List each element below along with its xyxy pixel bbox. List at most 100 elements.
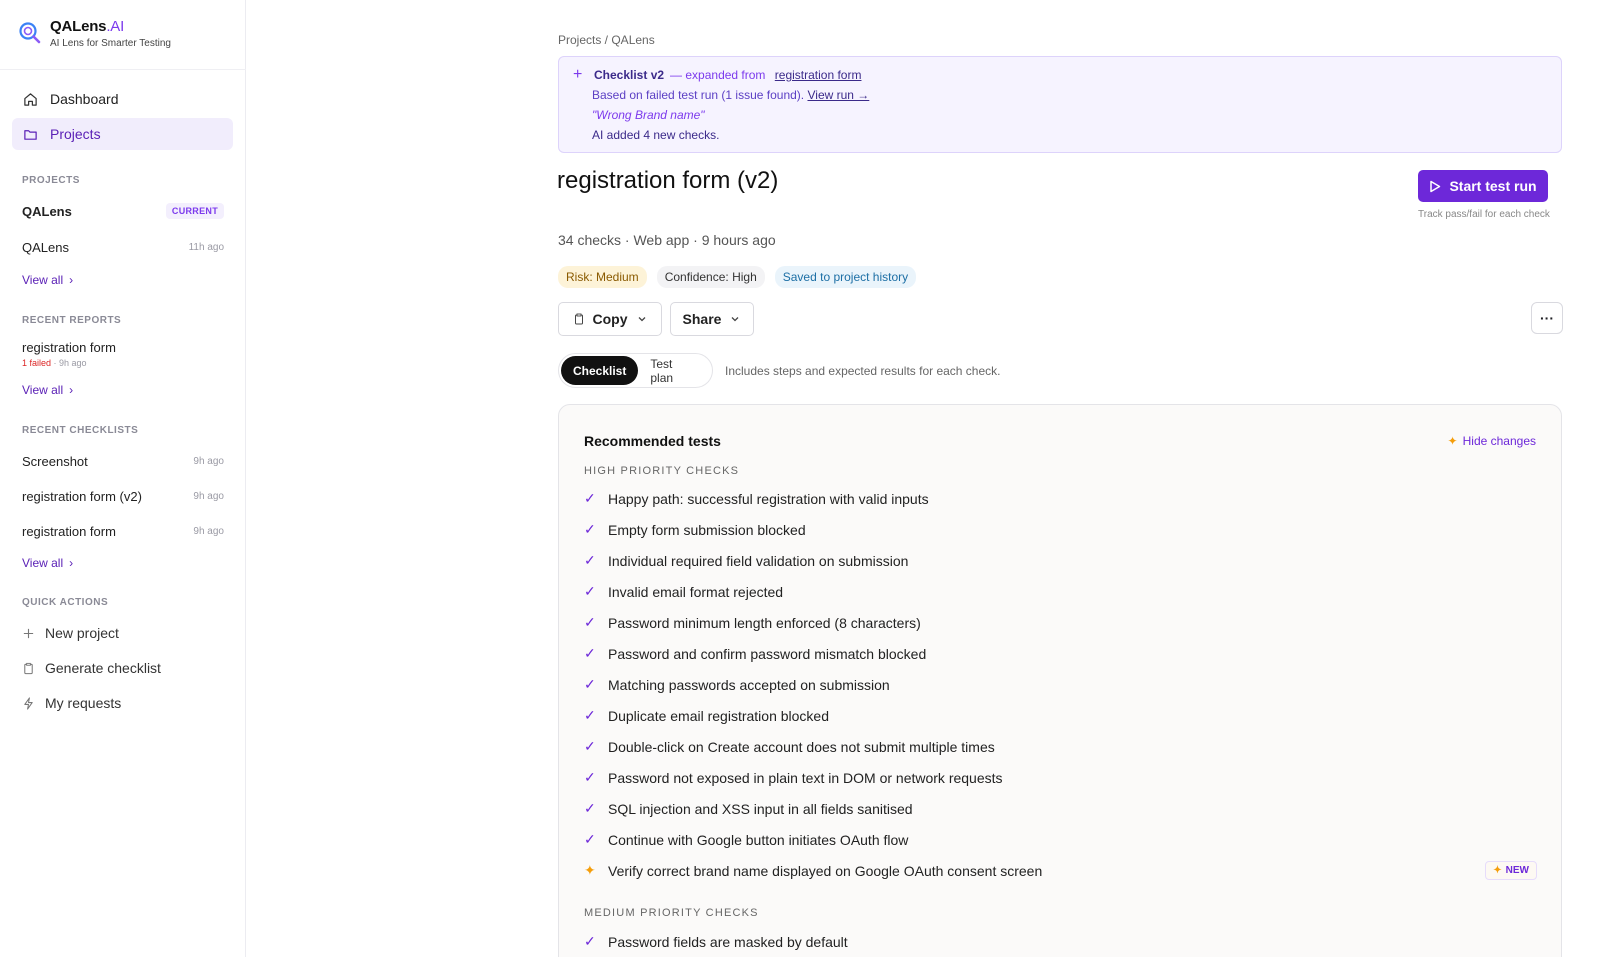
- project-time: 11h ago: [188, 242, 224, 253]
- sidebar-divider: [0, 69, 246, 70]
- check-text: Individual required field validation on …: [608, 552, 909, 569]
- check-icon: ✓: [584, 831, 596, 847]
- check-text: Continue with Google button initiates OA…: [608, 831, 909, 848]
- checklist-name: Screenshot: [22, 454, 88, 469]
- view-all-label: View all: [22, 273, 64, 287]
- home-icon: [24, 92, 37, 106]
- sidebar-project[interactable]: QALens 11h ago: [22, 240, 224, 255]
- reports-section-label: RECENT REPORTS: [22, 315, 122, 326]
- share-dropdown-button[interactable]: Share: [670, 302, 754, 336]
- checklist-time: 9h ago: [193, 526, 224, 537]
- nav-dashboard-label: Dashboard: [50, 91, 119, 107]
- nav-dashboard[interactable]: Dashboard: [12, 83, 233, 115]
- saved-badge[interactable]: Saved to project history: [774, 266, 917, 288]
- brand[interactable]: QALens.AI AI Lens for Smarter Testing: [18, 18, 171, 49]
- sidebar: QALens.AI AI Lens for Smarter Testing Da…: [0, 0, 246, 957]
- banner-version: Checklist v2: [594, 68, 665, 82]
- banner-run-line: Based on failed test run (1 issue found)…: [592, 88, 869, 102]
- chevron-right-icon: ›: [69, 273, 74, 287]
- check-icon: ✓: [584, 676, 596, 692]
- nav-projects-label: Projects: [50, 126, 101, 142]
- brand-name: QALens.AI: [50, 18, 125, 35]
- share-label: Share: [682, 311, 722, 327]
- sparkle-icon: ✦: [1493, 865, 1502, 876]
- page-title: registration form (v2): [557, 167, 779, 194]
- tab-checklist[interactable]: Checklist: [561, 356, 639, 385]
- sidebar-checklist-item[interactable]: registration form 9h ago: [22, 524, 224, 539]
- check-item: ✓ Individual required field validation on…: [584, 552, 908, 569]
- copy-dropdown-button[interactable]: Copy: [558, 302, 662, 336]
- checklist-time: 9h ago: [193, 491, 224, 502]
- folder-icon: [24, 129, 37, 140]
- start-test-run-label: Start test run: [1449, 178, 1537, 194]
- check-item: ✓ Password fields are masked by default: [584, 933, 848, 950]
- clipboard-icon: [574, 313, 583, 325]
- project-name: QALens: [22, 203, 72, 219]
- quick-actions-label: QUICK ACTIONS: [22, 597, 109, 608]
- check-icon: ✓: [584, 614, 596, 630]
- checklist-name: registration form (v2): [22, 489, 142, 504]
- view-run-link[interactable]: View run →: [807, 88, 869, 102]
- more-options-button[interactable]: ···: [1531, 302, 1563, 334]
- check-text: Double-click on Create account does not …: [608, 738, 995, 755]
- check-icon: ✓: [584, 645, 596, 661]
- checklist-meta: 34 checks · Web app · 9 hours ago: [558, 232, 776, 248]
- report-name: registration form: [22, 340, 116, 355]
- my-requests-button[interactable]: My requests: [22, 695, 121, 711]
- check-icon: ✓: [584, 707, 596, 723]
- expansion-banner: + Checklist v2 — expanded from registrati…: [558, 56, 1562, 153]
- new-project-button[interactable]: New project: [22, 625, 119, 641]
- sparkle-icon: ✦: [584, 862, 596, 878]
- sidebar-project-current[interactable]: QALens CURRENT: [22, 203, 224, 219]
- report-time: · 9h ago: [51, 358, 87, 368]
- reports-view-all-link[interactable]: View all ›: [22, 383, 73, 397]
- check-icon: ✓: [584, 490, 596, 506]
- new-badge: ✦ NEW: [1485, 861, 1537, 880]
- start-test-run-button[interactable]: Start test run: [1418, 170, 1548, 202]
- check-item: ✓ Password and confirm password mismatch …: [584, 645, 926, 662]
- generate-checklist-button[interactable]: Generate checklist: [22, 660, 161, 676]
- project-name: QALens: [22, 240, 69, 255]
- check-text: Happy path: successful registration with…: [608, 490, 929, 507]
- check-text: SQL injection and XSS input in all field…: [608, 800, 913, 817]
- hide-changes-button[interactable]: ✦ Hide changes: [1448, 434, 1536, 448]
- nav-projects[interactable]: Projects: [12, 118, 233, 150]
- view-toggle: Checklist Test plan: [558, 353, 713, 388]
- sidebar-checklist-item[interactable]: registration form (v2) 9h ago: [22, 489, 224, 504]
- copy-label: Copy: [592, 311, 628, 327]
- banner-added: AI added 4 new checks.: [592, 128, 720, 142]
- plus-icon: [23, 628, 34, 638]
- brand-tagline: AI Lens for Smarter Testing: [50, 38, 171, 49]
- check-text: Password minimum length enforced (8 char…: [608, 614, 921, 631]
- card-title: Recommended tests: [584, 433, 721, 449]
- chevron-down-icon: [638, 317, 645, 322]
- sidebar-report-item[interactable]: registration form: [22, 340, 224, 355]
- banner-based-on: Based on failed test run (1 issue found)…: [592, 88, 805, 102]
- check-icon: ✓: [584, 769, 596, 785]
- check-text: Password not exposed in plain text in DO…: [608, 769, 1003, 786]
- check-icon: ✓: [584, 738, 596, 754]
- checklist-time: 9h ago: [193, 456, 224, 467]
- view-all-label: View all: [22, 383, 64, 397]
- new-badge-label: NEW: [1505, 865, 1529, 876]
- high-priority-label: HIGH PRIORITY CHECKS: [584, 465, 740, 477]
- check-item: ✓ Password not exposed in plain text in D…: [584, 769, 1003, 786]
- check-item-new: ✦ Verify correct brand name displayed on …: [584, 862, 1042, 879]
- toggle-hint: Includes steps and expected results for …: [725, 364, 1001, 378]
- plus-icon: +: [573, 66, 583, 83]
- check-item: ✓ Empty form submission blocked: [584, 521, 806, 538]
- projects-section-label: PROJECTS: [22, 175, 80, 186]
- check-item: ✓ Matching passwords accepted on submissi…: [584, 676, 890, 693]
- tab-test-plan[interactable]: Test plan: [638, 356, 710, 385]
- check-text: Invalid email format rejected: [608, 583, 784, 600]
- projects-view-all-link[interactable]: View all ›: [22, 273, 73, 287]
- checklists-view-all-link[interactable]: View all ›: [22, 556, 73, 570]
- chevron-right-icon: ›: [69, 383, 74, 397]
- checklists-section-label: RECENT CHECKLISTS: [22, 425, 139, 436]
- sidebar-checklist-item[interactable]: Screenshot 9h ago: [22, 454, 224, 469]
- banner-source-link[interactable]: registration form: [775, 68, 862, 82]
- breadcrumb[interactable]: Projects / QALens: [558, 33, 655, 47]
- check-item: ✓ Double-click on Create account does not…: [584, 738, 995, 755]
- play-icon: [1430, 180, 1441, 192]
- confidence-badge: Confidence: High: [656, 266, 765, 288]
